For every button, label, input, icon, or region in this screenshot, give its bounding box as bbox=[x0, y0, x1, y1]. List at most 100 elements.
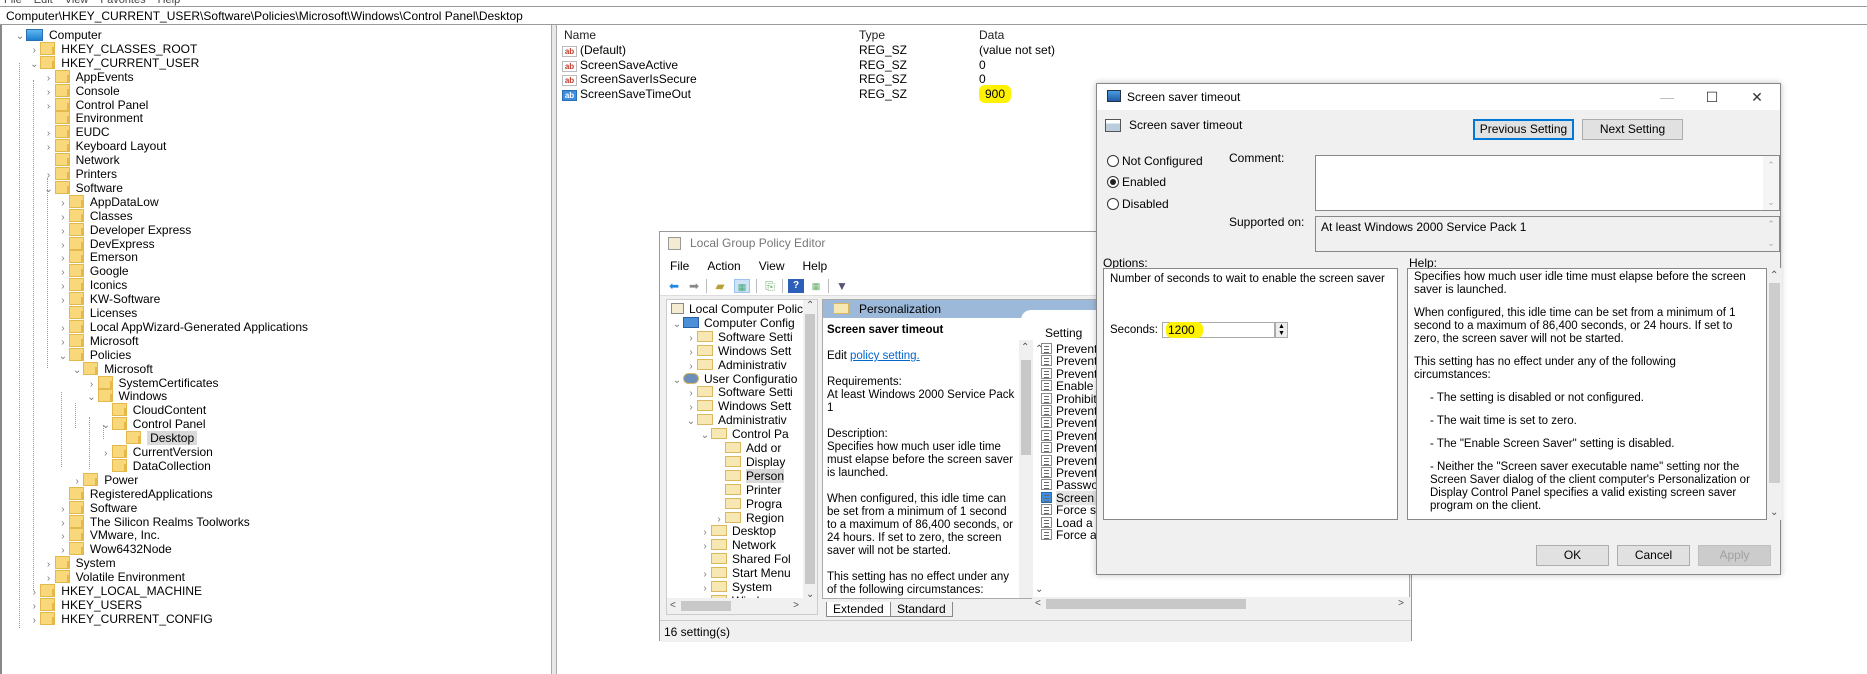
gpe-tree[interactable]: Local Computer Polic ⌄ Computer Config › Sof… bbox=[666, 299, 818, 615]
tree-item[interactable]: ⌄ Software bbox=[43, 180, 123, 195]
previous-setting-button[interactable]: Previous Setting bbox=[1473, 119, 1574, 140]
tree-item[interactable]: › Printers bbox=[43, 167, 117, 181]
back-icon[interactable]: ⬅ bbox=[666, 279, 682, 293]
chevron-down-icon[interactable]: ⌄ bbox=[100, 419, 112, 433]
supported-scrollbar[interactable]: ⌃ ⌄ bbox=[1763, 217, 1779, 251]
tree-item[interactable]: Desktop bbox=[114, 431, 198, 446]
help-scrollbar[interactable]: ⌃ ⌄ bbox=[1767, 268, 1782, 520]
tree-item[interactable]: › AppEvents bbox=[43, 69, 134, 84]
tree-item[interactable]: › Power bbox=[71, 472, 138, 487]
tree-item[interactable]: › KW-Software bbox=[57, 292, 160, 306]
apply-button[interactable]: Apply bbox=[1698, 545, 1771, 566]
chevron-down-icon[interactable]: ⌄ bbox=[14, 30, 26, 44]
gpe-tree-item[interactable]: › Windows Sett bbox=[685, 399, 791, 413]
tree-item[interactable]: › Volatile Environment bbox=[43, 570, 185, 584]
seconds-spinner[interactable]: ▲ ▼ bbox=[1275, 322, 1288, 338]
tree-item[interactable]: › HKEY_CLASSES_ROOT bbox=[28, 41, 197, 56]
chevron-down-icon[interactable]: ⌄ bbox=[671, 374, 683, 388]
value-row[interactable]: ab (Default) bbox=[562, 43, 626, 57]
scroll-thumb[interactable] bbox=[1021, 360, 1031, 455]
tree-item[interactable]: ⌄ Windows bbox=[86, 389, 167, 403]
column-header-data[interactable]: Data bbox=[979, 28, 1004, 42]
comment-scrollbar[interactable]: ⌃ ⌄ bbox=[1763, 156, 1779, 210]
tree-item[interactable]: › DevExpress bbox=[57, 236, 155, 251]
gpe-tree-item[interactable]: Progra bbox=[713, 497, 782, 511]
scroll-down-icon[interactable]: ⌄ bbox=[1770, 507, 1778, 518]
gpe-tree-item[interactable]: Add or bbox=[713, 441, 781, 455]
gpe-tree-item[interactable]: › Administrativ bbox=[685, 358, 786, 372]
radio-enabled[interactable]: Enabled bbox=[1107, 175, 1166, 189]
edit-policy-link[interactable]: policy setting. bbox=[850, 350, 920, 362]
radio-circle[interactable] bbox=[1107, 198, 1119, 210]
gpe-tree-item[interactable]: ⌄ User Configuratio bbox=[671, 372, 798, 388]
next-setting-button[interactable]: Next Setting bbox=[1582, 119, 1683, 140]
settings-horizontal-scrollbar[interactable]: < > bbox=[1032, 597, 1410, 611]
scroll-left-icon[interactable]: < bbox=[670, 600, 676, 611]
chevron-down-icon[interactable]: ⌄ bbox=[57, 350, 69, 364]
chevron-right-icon[interactable]: › bbox=[28, 614, 40, 628]
value-row[interactable]: ab ScreenSaveActive bbox=[562, 58, 678, 72]
chevron-down-icon[interactable]: ⌄ bbox=[71, 364, 83, 378]
scroll-thumb[interactable] bbox=[681, 601, 731, 611]
show-hide-tree-icon[interactable]: ▦ bbox=[734, 279, 750, 293]
radio-circle[interactable] bbox=[1107, 155, 1119, 167]
filter-icon[interactable]: ▼ bbox=[834, 279, 850, 293]
gpe-menu-help[interactable]: Help bbox=[803, 259, 828, 273]
scroll-up-icon[interactable]: ⌃ bbox=[806, 300, 814, 311]
scroll-thumb[interactable] bbox=[1769, 283, 1780, 483]
maximize-button[interactable]: ☐ bbox=[1692, 86, 1732, 108]
dialog-titlebar[interactable]: Screen saver timeout — ☐ ✕ bbox=[1097, 84, 1780, 110]
gpe-tree-item[interactable]: › Windows Sett bbox=[685, 344, 791, 358]
gpe-tree-item[interactable]: ⌄ Computer Config bbox=[671, 316, 795, 330]
tree-item[interactable]: DataCollection bbox=[100, 458, 211, 473]
chevron-down-icon[interactable]: ⌄ bbox=[671, 318, 683, 332]
gpe-tree-item[interactable]: › System bbox=[699, 580, 772, 594]
pane-splitter[interactable] bbox=[552, 25, 557, 674]
setting-row[interactable]: Force a bbox=[1041, 528, 1097, 542]
tab-extended[interactable]: Extended bbox=[826, 602, 891, 617]
tree-item[interactable]: RegisteredApplications bbox=[57, 486, 213, 501]
address-bar[interactable]: Computer\HKEY_CURRENT_USER\Software\Poli… bbox=[0, 6, 1867, 25]
radio-disabled[interactable]: Disabled bbox=[1107, 197, 1169, 211]
scroll-thumb[interactable] bbox=[805, 314, 815, 584]
gpe-tree-item[interactable]: Shared Fol bbox=[699, 552, 791, 566]
radio-not-configured[interactable]: Not Configured bbox=[1107, 154, 1203, 168]
tree-item[interactable]: ⌄ Microsoft bbox=[71, 361, 153, 378]
column-header-type[interactable]: Type bbox=[859, 28, 885, 42]
scroll-up-icon[interactable]: ⌃ bbox=[1035, 344, 1043, 355]
tree-item[interactable]: ⌄ Policies bbox=[57, 347, 131, 364]
tree-item[interactable]: › Wow6432Node bbox=[57, 542, 172, 556]
gpe-tree-item[interactable]: ⌄ Administrativ bbox=[685, 413, 787, 427]
tree-item[interactable]: › AppDataLow bbox=[57, 194, 159, 209]
value-row[interactable]: ab ScreenSaverIsSecure bbox=[562, 72, 697, 86]
setting-column-header[interactable]: Setting bbox=[1045, 326, 1082, 340]
gpe-menu-action[interactable]: Action bbox=[707, 259, 740, 273]
chevron-down-icon[interactable]: ⌄ bbox=[699, 429, 711, 443]
gpe-tree-item[interactable]: Local Computer Polic bbox=[671, 302, 803, 316]
tree-item[interactable]: › HKEY_CURRENT_CONFIG bbox=[28, 611, 213, 628]
up-folder-icon[interactable]: ▰ bbox=[712, 279, 728, 293]
gpe-tree-vertical-scrollbar[interactable]: ⌃ ⌄ bbox=[803, 300, 817, 600]
seconds-input[interactable]: 1200 bbox=[1162, 322, 1275, 338]
scroll-right-icon[interactable]: > bbox=[1398, 598, 1404, 609]
gpe-tree-item[interactable]: › Network bbox=[699, 538, 776, 552]
tree-item[interactable]: ⌄ HKEY_CURRENT_USER bbox=[28, 55, 199, 70]
tree-item[interactable]: › Google bbox=[57, 264, 129, 278]
scroll-right-icon[interactable]: > bbox=[793, 600, 799, 611]
radio-circle[interactable] bbox=[1107, 176, 1119, 188]
value-row[interactable]: ab ScreenSaveTimeOut bbox=[562, 87, 691, 101]
scroll-left-icon[interactable]: < bbox=[1035, 598, 1041, 609]
tree-item[interactable]: › CurrentVersion bbox=[100, 445, 213, 459]
tree-item[interactable]: › HKEY_USERS bbox=[28, 597, 142, 612]
spin-up-icon[interactable]: ▲ bbox=[1276, 323, 1287, 330]
forward-icon[interactable]: ➡ bbox=[686, 279, 702, 293]
gpe-tree-item[interactable]: › Software Setti bbox=[685, 330, 792, 344]
tree-item[interactable]: › System bbox=[43, 556, 116, 570]
export-list-icon[interactable]: ⎘ bbox=[762, 279, 778, 293]
minimize-button[interactable]: — bbox=[1647, 86, 1687, 108]
tree-item[interactable]: Licenses bbox=[57, 306, 137, 320]
gpe-menu-file[interactable]: File bbox=[670, 259, 689, 273]
scroll-down-icon[interactable]: ⌄ bbox=[1035, 584, 1043, 595]
close-button[interactable]: ✕ bbox=[1737, 86, 1777, 108]
scroll-up-icon[interactable]: ⌃ bbox=[1021, 342, 1029, 353]
